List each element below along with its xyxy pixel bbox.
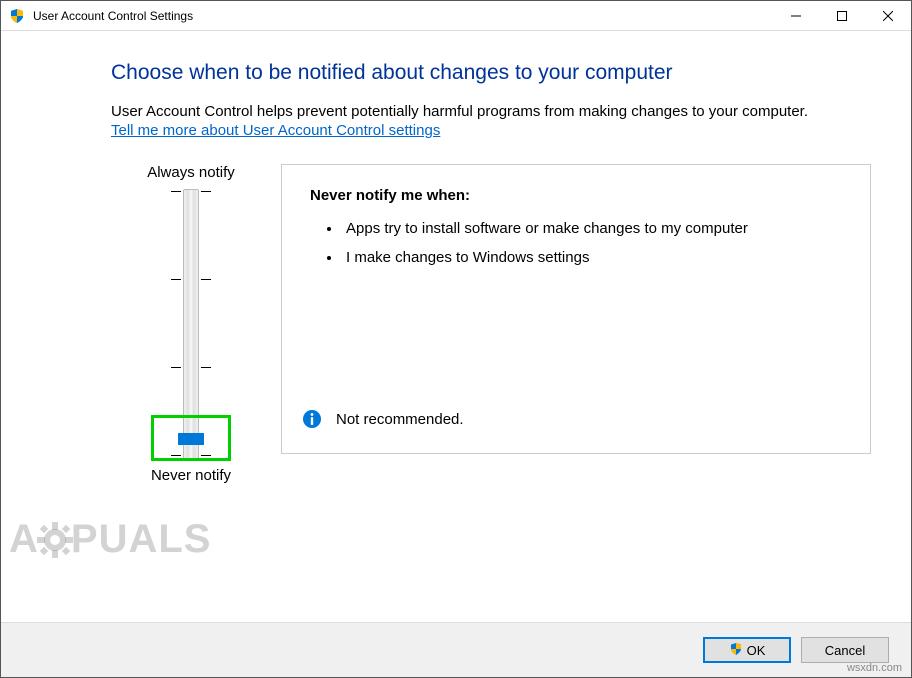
- button-row: OK Cancel: [1, 622, 911, 677]
- panel-list: Apps try to install software or make cha…: [310, 220, 842, 266]
- slider-tick: [171, 279, 181, 280]
- gear-icon: [37, 522, 73, 558]
- minimize-button[interactable]: [773, 1, 819, 31]
- source-watermark: wsxdn.com: [847, 662, 902, 674]
- slider-top-label: Always notify: [147, 164, 235, 181]
- panel-footer: Not recommended.: [302, 409, 464, 429]
- slider-tick: [171, 191, 181, 192]
- window-title: User Account Control Settings: [33, 9, 193, 23]
- cancel-button[interactable]: Cancel: [801, 637, 889, 663]
- slider-tick: [201, 279, 211, 280]
- maximize-button[interactable]: [819, 1, 865, 31]
- uac-shield-icon: [729, 642, 743, 659]
- slider-tick: [171, 367, 181, 368]
- panel-title: Never notify me when:: [310, 187, 842, 204]
- watermark: A PUALS: [9, 517, 211, 562]
- page-heading: Choose when to be notified about changes…: [111, 61, 871, 85]
- info-icon: [302, 409, 322, 429]
- slider-tick: [201, 191, 211, 192]
- description-text: User Account Control helps prevent poten…: [111, 103, 871, 120]
- main-row: Always notify Never notify Nev: [111, 164, 871, 484]
- ok-button[interactable]: OK: [703, 637, 791, 663]
- recommendation-text: Not recommended.: [336, 411, 464, 428]
- cancel-button-label: Cancel: [825, 643, 865, 658]
- notification-slider[interactable]: [151, 189, 231, 459]
- slider-tick: [201, 367, 211, 368]
- info-panel: Never notify me when: Apps try to instal…: [281, 164, 871, 454]
- uac-shield-icon: [9, 8, 25, 24]
- ok-button-label: OK: [747, 643, 766, 658]
- list-item: I make changes to Windows settings: [342, 249, 842, 266]
- uac-settings-window: User Account Control Settings Choose whe…: [0, 0, 912, 678]
- slider-thumb[interactable]: [178, 433, 204, 445]
- slider-bottom-label: Never notify: [151, 467, 231, 484]
- list-item: Apps try to install software or make cha…: [342, 220, 842, 237]
- close-button[interactable]: [865, 1, 911, 31]
- content-area: Choose when to be notified about changes…: [1, 31, 911, 622]
- learn-more-link[interactable]: Tell me more about User Account Control …: [111, 122, 440, 139]
- slider-column: Always notify Never notify: [111, 164, 271, 484]
- titlebar: User Account Control Settings: [1, 1, 911, 31]
